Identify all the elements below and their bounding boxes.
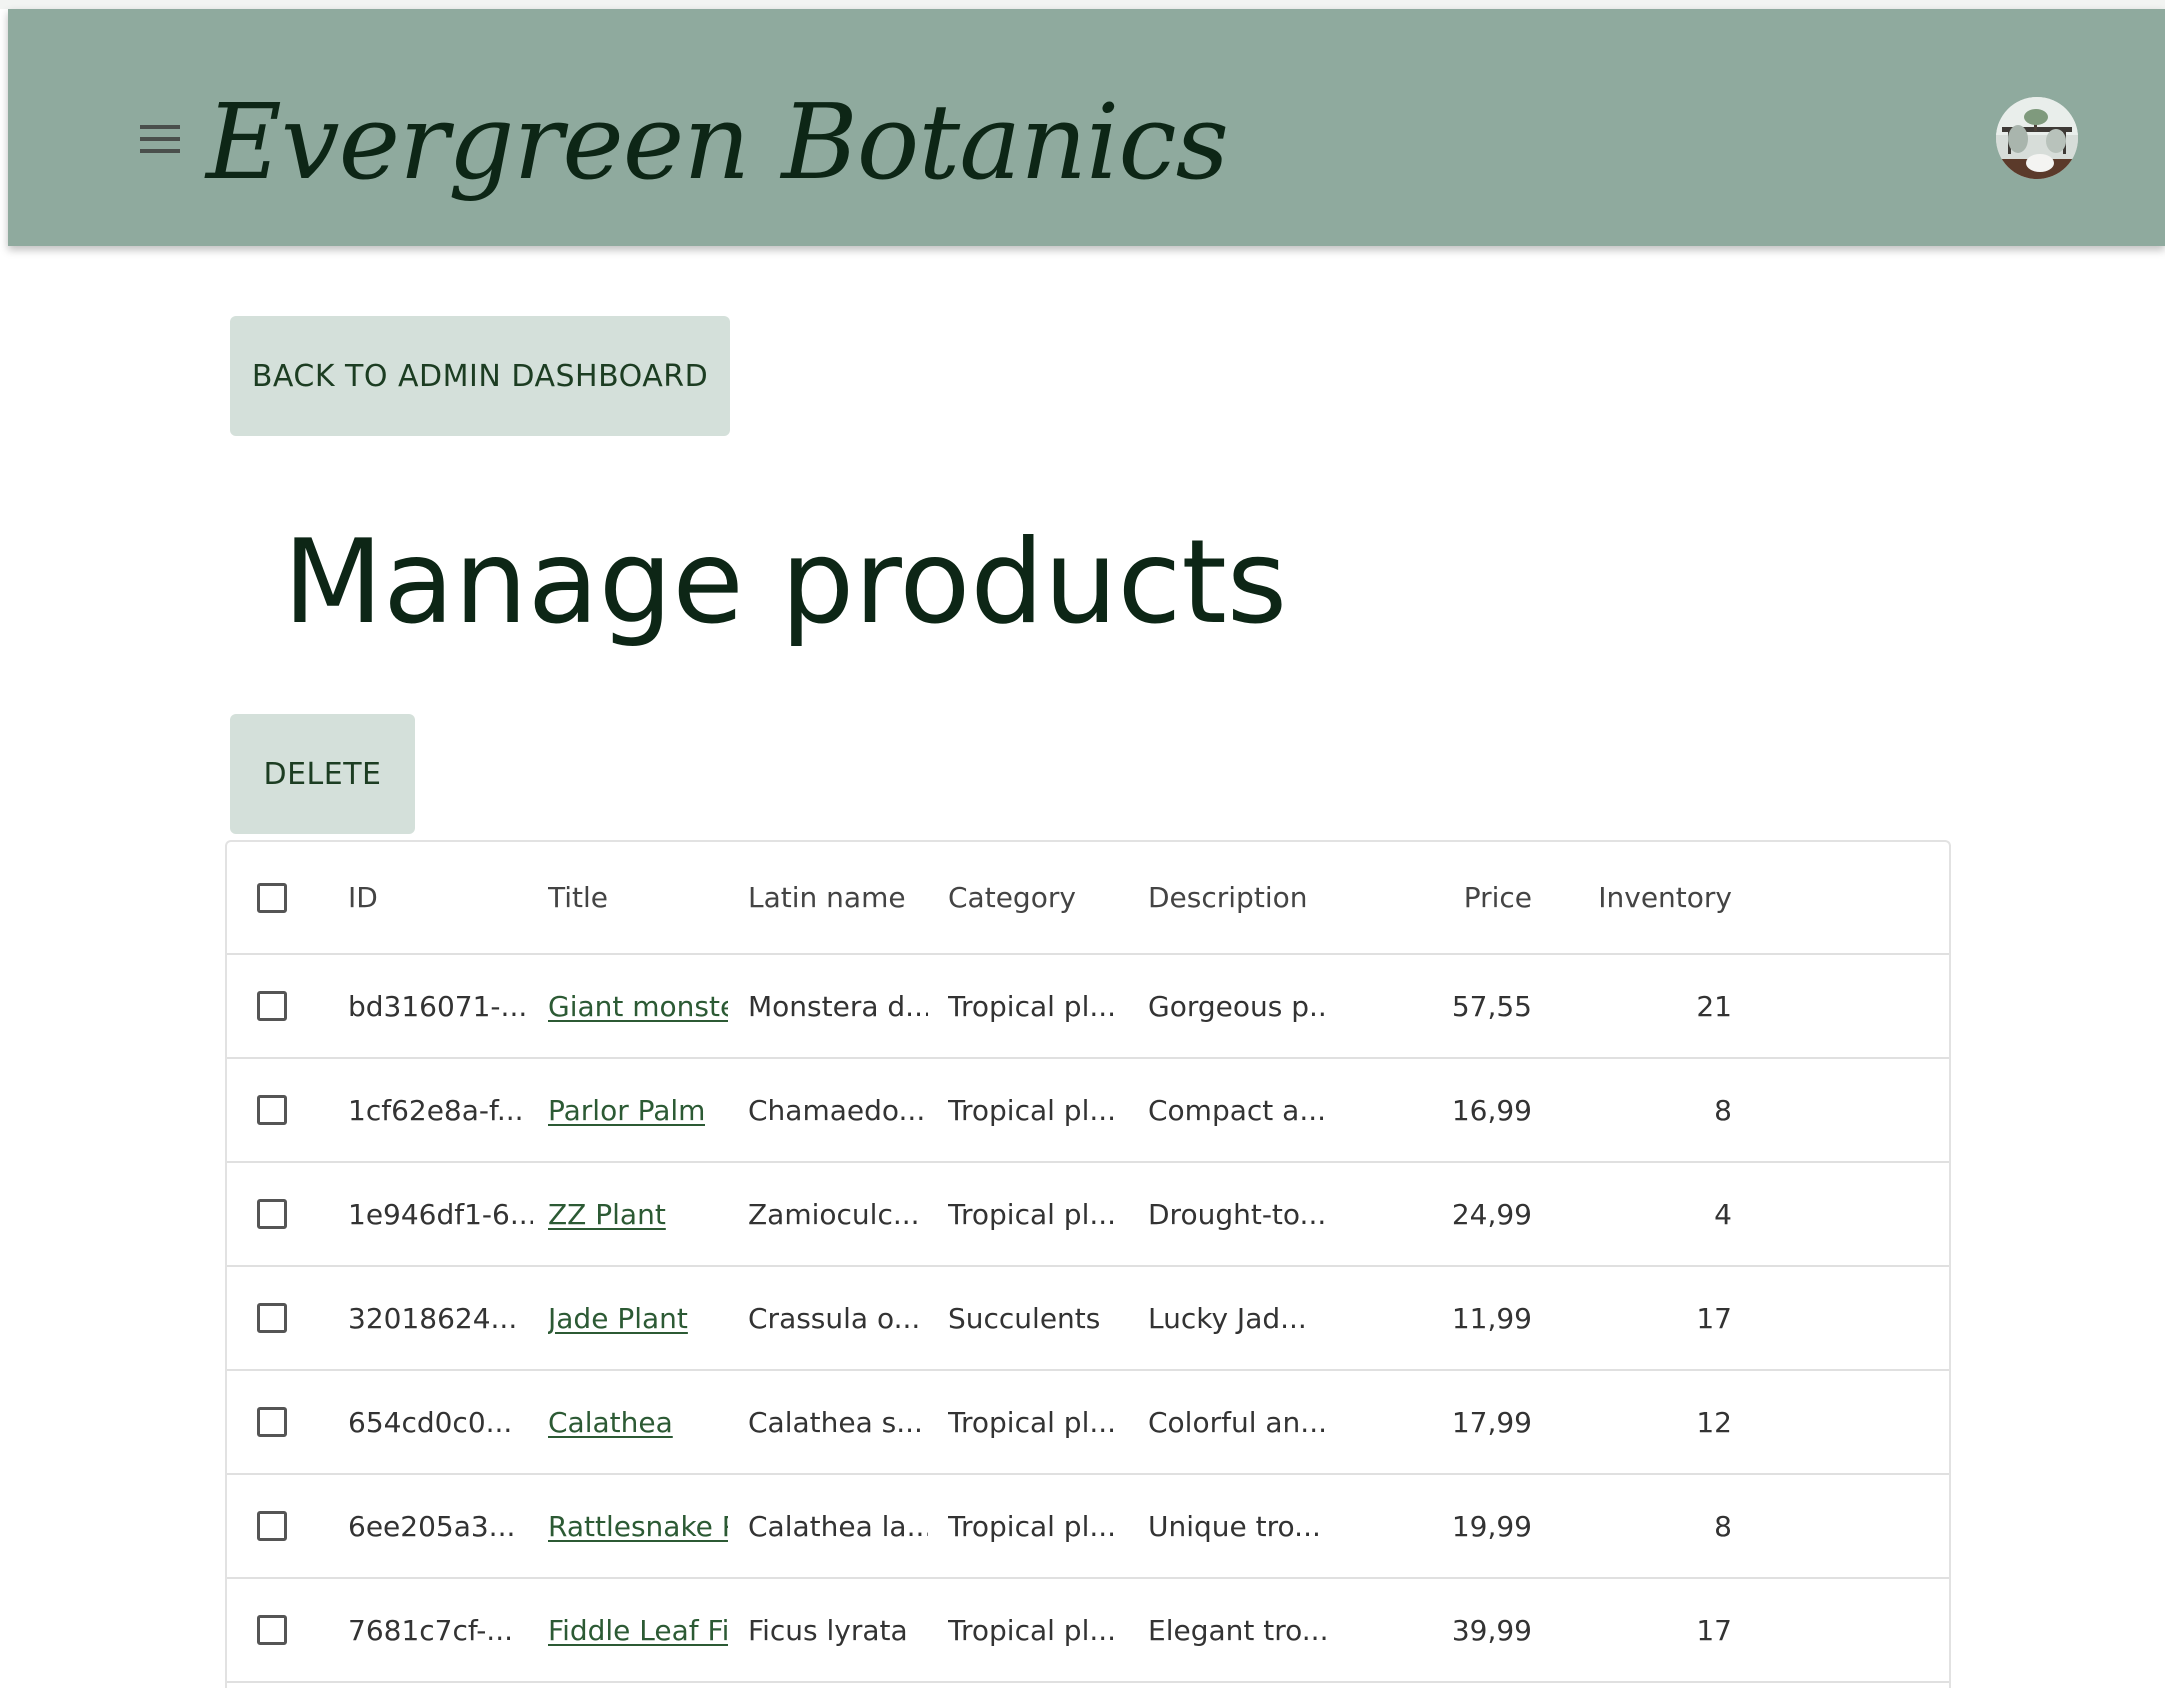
cell-title: Rattlesnake Plant [548,1475,728,1577]
cell-inventory: 8 [1714,1509,1732,1543]
select-all-checkbox[interactable] [257,882,287,913]
row-checkbox[interactable] [257,1199,287,1229]
hamburger-menu-icon[interactable] [128,107,192,171]
cell-inventory: 4 [1714,1197,1732,1231]
cell-inventory: 8 [1714,1093,1732,1127]
cell-inventory: 17 [1696,1613,1732,1647]
table-row[interactable]: bd316071-... Giant monstera Monstera d..… [227,955,1949,1059]
row-select-cell [257,1163,297,1265]
cell-id: 6ee205a3... [348,1509,516,1543]
select-all-cell [257,842,297,953]
avatar-photo-icon [1996,97,2078,179]
column-header-title[interactable]: Title [548,842,728,953]
table-row[interactable]: 7681c7cf-... Fiddle Leaf Fig Ficus lyrat… [227,1579,1949,1683]
row-select-cell [257,1475,297,1577]
cell-price: 39,99 [1451,1613,1532,1647]
row-checkbox[interactable] [257,1095,287,1125]
app-bar: Evergreen Botanics [8,9,2165,246]
cell-id: 32018624... [348,1301,518,1335]
page: Evergreen Botanics BACK TO ADMIN DASHBOA… [0,0,2165,1688]
cell-price: 57,55 [1451,989,1532,1023]
table-header-row: ID Title Latin name Category Description… [227,842,1949,955]
row-checkbox[interactable] [257,1615,287,1645]
cell-title: Giant monstera [548,955,728,1057]
column-header-category[interactable]: Category [948,842,1128,953]
row-checkbox[interactable] [257,991,287,1021]
cell-price: 16,99 [1451,1093,1532,1127]
cell-id: 1e946df1-6... [348,1197,533,1231]
column-header-description[interactable]: Description [1148,842,1328,953]
cell-category: Tropical pl... [948,989,1117,1023]
row-checkbox[interactable] [257,1303,287,1333]
window-top-strip [0,0,2165,9]
page-title: Manage products [283,515,1288,650]
cell-description: Lucky Jad... [1148,1301,1307,1335]
brand-logo[interactable]: Evergreen Botanics [206,67,1229,217]
cell-description: Drought-to... [1148,1197,1327,1231]
cell-latin-name: Ficus lyrata [748,1613,908,1647]
cell-id: 654cd0c0... [348,1405,513,1439]
cell-description: Compact a... [1148,1093,1327,1127]
cell-latin-name: Monstera d... [748,989,928,1023]
cell-price: 17,99 [1451,1405,1532,1439]
table-row[interactable]: 6ee205a3... Rattlesnake Plant Calathea l… [227,1475,1949,1579]
product-title-link[interactable]: ZZ Plant [548,1198,666,1231]
delete-button[interactable]: DELETE [230,714,415,834]
cell-title: Calathea [548,1371,728,1473]
cell-latin-name: Calathea la... [748,1509,928,1543]
row-select-cell [257,1579,297,1681]
table-row[interactable]: 32018624... Jade Plant Crassula o... Suc… [227,1267,1949,1371]
cell-category: Tropical pl... [948,1197,1117,1231]
product-title-link[interactable]: Fiddle Leaf Fig [548,1614,728,1647]
products-table: ID Title Latin name Category Description… [225,840,1951,1688]
cell-id: 7681c7cf-... [348,1613,513,1647]
column-header-id[interactable]: ID [348,842,533,953]
row-select-cell [257,1371,297,1473]
cell-id: 1cf62e8a-f... [348,1093,524,1127]
cell-description: Unique tro... [1148,1509,1321,1543]
cell-description: Gorgeous p... [1148,989,1328,1023]
table-row[interactable]: 1e946df1-6... ZZ Plant Zamioculc... Trop… [227,1163,1949,1267]
row-select-cell [257,1267,297,1369]
table-row[interactable]: 1cf62e8a-f... Parlor Palm Chamaedo... Tr… [227,1059,1949,1163]
cell-category: Tropical pl... [948,1093,1117,1127]
row-select-cell [257,1059,297,1161]
cell-latin-name: Calathea s... [748,1405,923,1439]
cell-description: Colorful an... [1148,1405,1327,1439]
cell-category: Succulents [948,1301,1101,1335]
cell-price: 19,99 [1451,1509,1532,1543]
cell-title: Jade Plant [548,1267,728,1369]
product-title-link[interactable]: Calathea [548,1406,673,1439]
cell-description: Elegant tro... [1148,1613,1328,1647]
hamburger-menu-icon-glyph [140,125,180,153]
cell-id: bd316071-... [348,989,528,1023]
cell-category: Tropical pl... [948,1509,1117,1543]
cell-title: Parlor Palm [548,1059,728,1161]
row-checkbox[interactable] [257,1407,287,1437]
row-select-cell [257,955,297,1057]
cell-title: ZZ Plant [548,1163,728,1265]
product-title-link[interactable]: Rattlesnake Plant [548,1510,728,1543]
back-to-admin-dashboard-button[interactable]: BACK TO ADMIN DASHBOARD [230,316,730,436]
cell-category: Tropical pl... [948,1405,1117,1439]
cell-latin-name: Crassula o... [748,1301,921,1335]
cell-latin-name: Chamaedo... [748,1093,926,1127]
cell-title: Fiddle Leaf Fig [548,1579,728,1681]
cell-category: Tropical pl... [948,1613,1117,1647]
table-row[interactable]: 654cd0c0... Calathea Calathea s... Tropi… [227,1371,1949,1475]
row-checkbox[interactable] [257,1511,287,1541]
cell-price: 24,99 [1451,1197,1532,1231]
cell-inventory: 17 [1696,1301,1732,1335]
column-header-latin-name[interactable]: Latin name [748,842,928,953]
cell-latin-name: Zamioculc... [748,1197,920,1231]
product-title-link[interactable]: Parlor Palm [548,1094,705,1127]
cell-inventory: 12 [1696,1405,1732,1439]
cell-price: 11,99 [1451,1301,1532,1335]
product-title-link[interactable]: Giant monstera [548,990,728,1023]
column-header-price[interactable]: Price [1388,842,1532,953]
product-title-link[interactable]: Jade Plant [548,1302,688,1335]
cell-inventory: 21 [1696,989,1732,1023]
column-header-inventory[interactable]: Inventory [1588,842,1732,953]
user-avatar[interactable] [1996,97,2078,179]
